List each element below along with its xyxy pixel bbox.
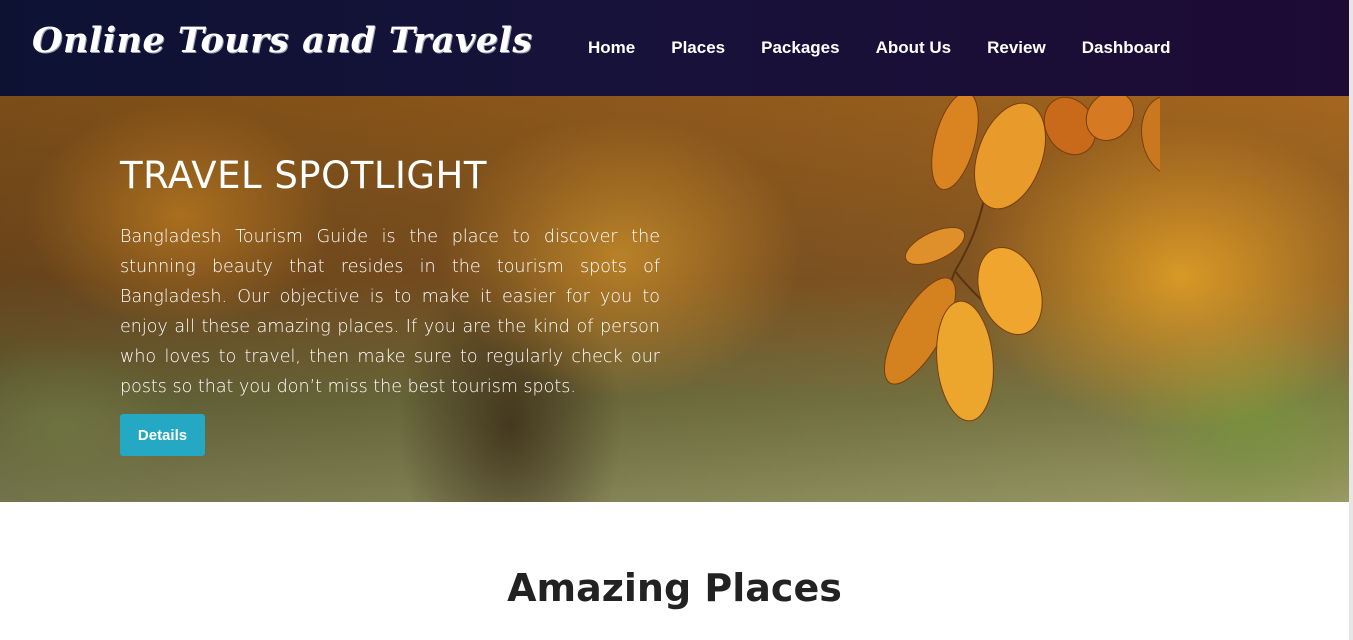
nav-home[interactable]: Home xyxy=(570,38,653,58)
nav-places[interactable]: Places xyxy=(653,38,743,58)
details-button[interactable]: Details xyxy=(120,414,205,456)
nav-links: Home Places Packages About Us Review Das… xyxy=(570,0,1189,96)
section-title: Amazing Places xyxy=(507,566,842,610)
hero-banner: TRAVEL SPOTLIGHT Bangladesh Tourism Guid… xyxy=(0,96,1349,502)
nav-dashboard[interactable]: Dashboard xyxy=(1064,38,1189,58)
hero-title: TRAVEL SPOTLIGHT xyxy=(120,154,487,197)
nav-packages[interactable]: Packages xyxy=(743,38,857,58)
brand-logo[interactable]: Online Tours and Travels xyxy=(32,20,533,61)
autumn-leaves-image xyxy=(883,96,1160,422)
page-scrollbar[interactable] xyxy=(1349,0,1353,640)
nav-about-us[interactable]: About Us xyxy=(858,38,970,58)
hero-description: Bangladesh Tourism Guide is the place to… xyxy=(120,227,660,397)
nav-review[interactable]: Review xyxy=(969,38,1064,58)
top-navbar: Online Tours and Travels Home Places Pac… xyxy=(0,0,1353,96)
